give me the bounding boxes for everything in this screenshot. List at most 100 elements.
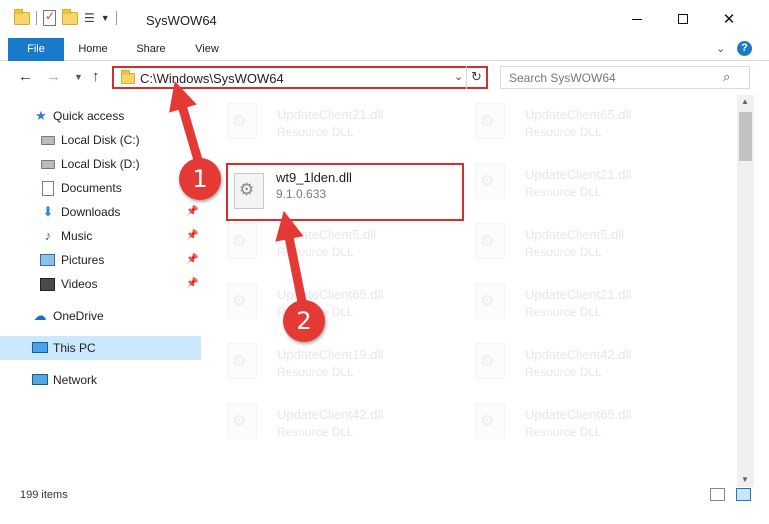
scroll-thumb[interactable] bbox=[739, 112, 752, 161]
up-arrow-icon[interactable]: ↑ bbox=[92, 68, 100, 85]
search-input[interactable]: Search SysWOW64 ⌕ bbox=[500, 66, 750, 89]
file-name: wt9_1lden.dll bbox=[276, 170, 352, 185]
highlighted-file-item[interactable]: wt9_1lden.dll 9.1.0.633 bbox=[226, 163, 464, 221]
sidebar-item-label: Downloads bbox=[61, 205, 121, 219]
status-bar: 199 items bbox=[0, 487, 769, 524]
sidebar-item-label: Network bbox=[53, 373, 98, 387]
tiles-view-icon[interactable] bbox=[736, 488, 751, 501]
quick-access-toolbar: ☰ ▼ bbox=[14, 8, 117, 26]
customize-toolbar-icon[interactable]: ☰ bbox=[84, 11, 95, 25]
sidebar-item-label: Local Disk (C:) bbox=[61, 133, 140, 147]
file-item[interactable]: UpdateClient19.dll Resource DLL bbox=[209, 335, 449, 387]
tab-file[interactable]: File bbox=[8, 38, 64, 61]
file-name: UpdateClient5.dll bbox=[525, 227, 625, 242]
tab-share[interactable]: Share bbox=[130, 38, 172, 61]
search-placeholder: Search SysWOW64 bbox=[509, 71, 616, 85]
sidebar-item-pictures[interactable]: Pictures 📌 bbox=[0, 248, 201, 272]
sidebar-item-downloads[interactable]: ⬇ Downloads 📌 bbox=[0, 200, 201, 224]
file-name: UpdateClient21.dll bbox=[525, 287, 632, 302]
pin-icon[interactable]: 📌 bbox=[186, 278, 198, 289]
dll-file-icon bbox=[475, 163, 505, 199]
sidebar-item-onedrive[interactable]: ☁ OneDrive bbox=[0, 304, 201, 328]
vertical-scrollbar[interactable]: ▲ ▼ bbox=[737, 95, 754, 487]
sidebar-item-this-pc[interactable]: This PC bbox=[0, 336, 201, 360]
documents-icon bbox=[42, 181, 54, 196]
step-1-badge: 1 bbox=[179, 158, 221, 200]
file-item[interactable]: UpdateClient65.dll Resource DLL bbox=[457, 395, 697, 447]
sidebar-item-label: Music bbox=[61, 229, 93, 243]
toolbar-divider bbox=[115, 11, 117, 25]
file-version: 9.1.0.633 bbox=[276, 187, 327, 201]
sidebar-item-local-disk-c[interactable]: Local Disk (C:) bbox=[0, 128, 201, 152]
refresh-icon[interactable]: ↻ bbox=[466, 66, 486, 89]
forward-arrow-icon[interactable]: → bbox=[46, 68, 61, 85]
details-view-icon[interactable] bbox=[710, 488, 725, 501]
pin-icon[interactable]: 📌 bbox=[186, 230, 198, 241]
navigation-pane: ★ Quick access Local Disk (C:) Local Dis… bbox=[0, 100, 205, 480]
back-arrow-icon[interactable]: ← bbox=[18, 68, 33, 85]
pin-icon[interactable]: 📌 bbox=[186, 254, 198, 265]
file-item[interactable]: UpdateClient21.dll Resource DLL bbox=[209, 95, 449, 147]
file-item[interactable]: UpdateClient21.dll Resource DLL bbox=[457, 155, 697, 207]
sidebar-item-label: Pictures bbox=[61, 253, 105, 267]
close-button[interactable]: ✕ bbox=[706, 0, 752, 38]
expand-ribbon-icon[interactable]: ⌄ bbox=[716, 42, 725, 55]
file-item[interactable]: UpdateClient42.dll Resource DLL bbox=[209, 395, 449, 447]
sidebar-item-label: Documents bbox=[61, 181, 122, 195]
disk-icon bbox=[41, 136, 55, 145]
dll-file-icon bbox=[475, 343, 505, 379]
scroll-down-icon[interactable]: ▼ bbox=[741, 475, 749, 484]
toolbar-divider bbox=[36, 11, 37, 25]
tab-home[interactable]: Home bbox=[70, 38, 116, 61]
pin-icon[interactable]: 📌 bbox=[186, 206, 198, 217]
file-name: UpdateClient65.dll bbox=[277, 287, 384, 302]
cloud-icon: ☁ bbox=[33, 308, 47, 323]
sidebar-item-quick-access[interactable]: ★ Quick access bbox=[0, 104, 201, 128]
address-dropdown-icon[interactable]: ⌄ bbox=[454, 70, 463, 83]
download-icon: ⬇ bbox=[42, 204, 54, 219]
file-item[interactable]: UpdateClient65.dll Resource DLL bbox=[457, 95, 697, 147]
sidebar-item-local-disk-d[interactable]: Local Disk (D:) bbox=[0, 152, 201, 176]
scroll-up-icon[interactable]: ▲ bbox=[741, 97, 749, 106]
help-icon[interactable]: ? bbox=[737, 41, 752, 56]
navigation-bar: ← → ▼ ↑ C:\Windows\SysWOW64 ⌄ ↻ Search S… bbox=[0, 62, 769, 94]
maximize-icon bbox=[678, 14, 688, 24]
tab-view[interactable]: View bbox=[186, 38, 228, 61]
dll-file-icon bbox=[227, 343, 257, 379]
file-description: Resource DLL bbox=[525, 425, 602, 439]
search-icon[interactable]: ⌕ bbox=[723, 69, 730, 85]
address-path[interactable]: C:\Windows\SysWOW64 bbox=[140, 71, 284, 86]
file-name: UpdateClient21.dll bbox=[525, 167, 632, 182]
maximize-button[interactable] bbox=[660, 0, 706, 38]
sidebar-item-documents[interactable]: Documents bbox=[0, 176, 201, 200]
file-item[interactable]: UpdateClient42.dll Resource DLL bbox=[457, 335, 697, 387]
sidebar-item-label: This PC bbox=[53, 341, 96, 355]
minimize-icon bbox=[632, 18, 642, 20]
dll-file-icon bbox=[227, 103, 257, 139]
sidebar-item-videos[interactable]: Videos 📌 bbox=[0, 272, 201, 296]
file-description: Resource DLL bbox=[277, 245, 354, 259]
sidebar-item-music[interactable]: ♪ Music 📌 bbox=[0, 224, 201, 248]
dll-file-icon bbox=[227, 283, 257, 319]
recent-locations-icon[interactable]: ▼ bbox=[74, 72, 83, 82]
toolbar-dropdown-icon[interactable]: ▼ bbox=[101, 13, 110, 23]
file-description: Resource DLL bbox=[277, 425, 354, 439]
music-icon: ♪ bbox=[44, 228, 52, 243]
sidebar-item-label: OneDrive bbox=[53, 309, 104, 323]
file-item[interactable]: UpdateClient5.dll Resource DLL bbox=[457, 215, 697, 267]
star-icon: ★ bbox=[35, 108, 47, 123]
file-name: UpdateClient65.dll bbox=[525, 107, 632, 122]
address-bar[interactable]: C:\Windows\SysWOW64 ⌄ ↻ bbox=[112, 66, 488, 89]
step-2-badge: 2 bbox=[283, 300, 325, 342]
file-description: Resource DLL bbox=[525, 305, 602, 319]
new-folder-icon[interactable] bbox=[62, 8, 78, 25]
file-item[interactable]: UpdateClient21.dll Resource DLL bbox=[457, 275, 697, 327]
sidebar-item-network[interactable]: Network bbox=[0, 368, 201, 392]
minimize-button[interactable] bbox=[614, 0, 660, 38]
properties-icon[interactable] bbox=[43, 9, 56, 26]
file-item[interactable]: UpdateClient5.dll Resource DLL bbox=[209, 215, 449, 267]
sidebar-item-label: Videos bbox=[61, 277, 98, 291]
file-name: UpdateClient42.dll bbox=[277, 407, 384, 422]
file-description: Resource DLL bbox=[525, 125, 602, 139]
file-item[interactable]: UpdateClient65.dll Resource DLL bbox=[209, 275, 449, 327]
